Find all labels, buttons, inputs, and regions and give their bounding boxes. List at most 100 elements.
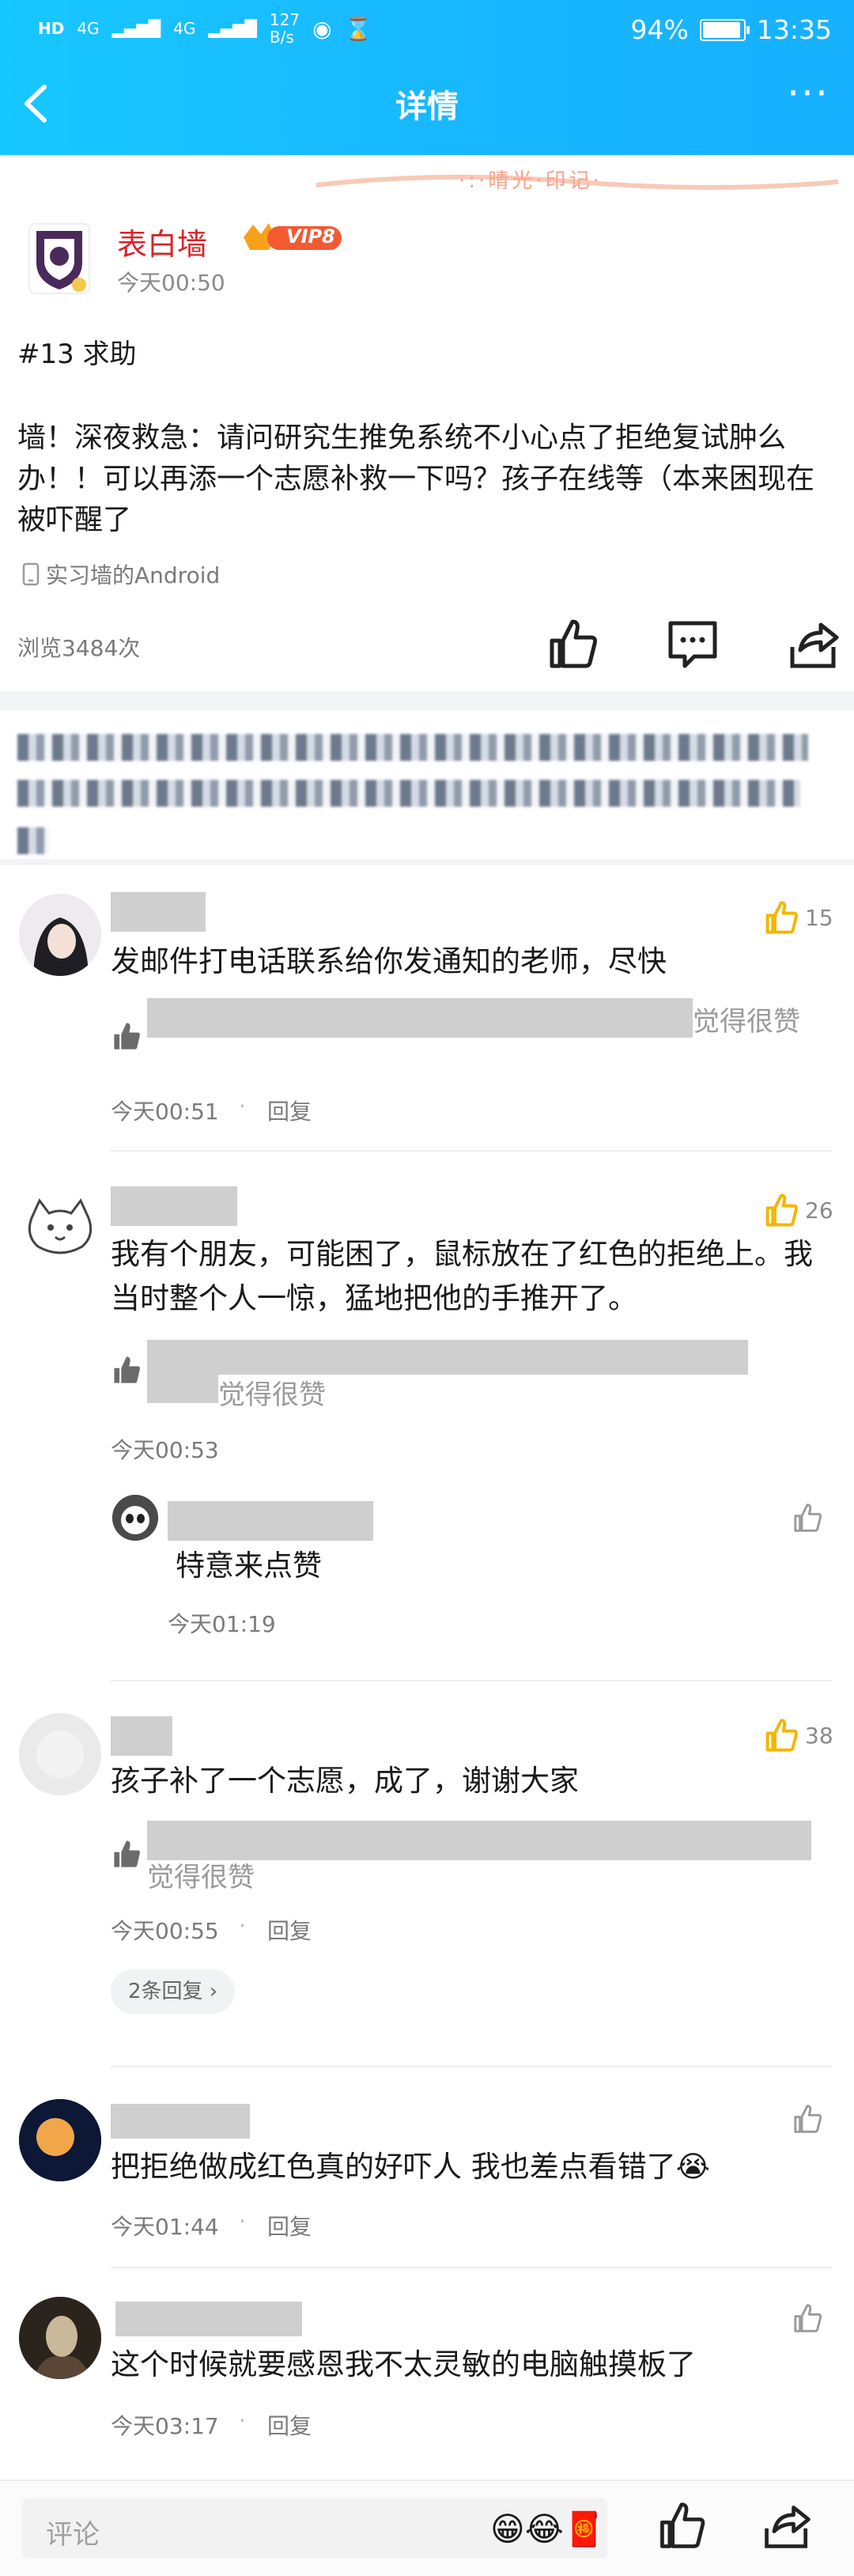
battery-percent: 94%: [630, 14, 689, 45]
thumbs-up-icon: [660, 2502, 705, 2548]
reply-button[interactable]: 回复: [267, 1914, 312, 1946]
thumbs-up-icon: [794, 2105, 822, 2133]
vip-label: VIP8: [286, 225, 335, 248]
network-1-label: 4G: [77, 19, 100, 38]
top-bar: HD 4G ▂▄▆█ 4G ▂▄▆█ 127 B/s ◉ ⌛ 94% 13:35…: [0, 0, 854, 155]
avatar-image: [19, 894, 101, 976]
thumbs-up-icon: [794, 1504, 822, 1532]
vip-badge: VIP8: [237, 218, 345, 256]
comment-button[interactable]: [664, 615, 721, 672]
post-device: 实习墙的Android: [22, 558, 220, 590]
comment-like-count: 38: [805, 1723, 833, 1749]
comment-like-button[interactable]: [791, 2302, 824, 2335]
commenter-name-redacted: [115, 2302, 302, 2336]
sub-reply-time: 今天01:19: [168, 1611, 276, 1637]
commenter-avatar[interactable]: [19, 894, 101, 976]
signal-icon: ▂▄▆█: [208, 19, 257, 38]
bottom-share-button[interactable]: [761, 2498, 814, 2552]
battery-fill: [702, 21, 740, 38]
divider: [111, 1150, 832, 1152]
cat-sketch-avatar: [19, 1186, 101, 1269]
thumbs-up-icon: [765, 1719, 798, 1752]
comment-time: 今天00:53: [111, 1437, 219, 1463]
reply-button[interactable]: 回复: [267, 1095, 312, 1126]
more-options-button[interactable]: ···: [777, 74, 840, 128]
commenter-avatar[interactable]: [19, 1186, 101, 1269]
net-speed-unit: B/s: [269, 28, 294, 47]
thumbs-up-icon: [794, 2304, 822, 2332]
author-name[interactable]: 表白墙: [117, 220, 207, 263]
decor-text: ·:·晴光·印记·: [459, 169, 603, 193]
separator-dot: ·: [239, 1912, 246, 1939]
commenter-avatar[interactable]: [19, 1713, 101, 1795]
comment-time: 今天00:51: [111, 1099, 219, 1125]
comment-time: 今天03:17: [111, 2413, 219, 2439]
comment-like-button[interactable]: [762, 898, 800, 936]
like-button[interactable]: [544, 615, 601, 672]
author-avatar[interactable]: [28, 223, 90, 294]
comment-text: 把拒绝做成红色真的好吓人 我也差点看错了😭: [111, 2150, 710, 2184]
sub-reply-like-button[interactable]: [791, 1501, 824, 1534]
view-count: 浏览3484次: [17, 635, 141, 661]
reply-button[interactable]: 回复: [267, 2409, 312, 2441]
divider: [111, 1680, 832, 1681]
comment-input[interactable]: 评论 😁😂🧧: [22, 2498, 607, 2559]
liked-users-redacted: [147, 1340, 748, 1375]
blurred-notice: [17, 734, 808, 761]
comment-time: 今天01:44: [111, 2214, 219, 2240]
signal-icon: ▂▄▆█: [111, 19, 161, 38]
sub-reply-text: 特意来点赞: [176, 1549, 322, 1583]
share-icon: [790, 622, 839, 668]
post-time: 今天00:50: [117, 270, 225, 296]
moon-avatar: [19, 2099, 101, 2181]
blurred-notice: [17, 827, 49, 854]
liked-users-redacted: [147, 1375, 218, 1403]
panda-avatar: [112, 1495, 158, 1541]
comment-like-count: 15: [805, 905, 833, 931]
comment-like-button[interactable]: [791, 2102, 824, 2135]
avatar-image: [19, 2297, 101, 2379]
thumbs-up-icon: [765, 1193, 798, 1227]
comment-text: 我有个朋友，可能困了，鼠标放在了红色的拒绝上。我当时整个人一惊，猛地把他的手推开…: [111, 1237, 813, 1315]
hd-label: HD: [38, 19, 65, 38]
liked-users-redacted: [147, 998, 693, 1038]
liked-text: 觉得很赞: [147, 1862, 255, 1893]
comment-text: 这个时候就要感恩我不太灵敏的电脑触摸板了: [111, 2347, 696, 2381]
share-icon: [765, 2505, 811, 2548]
comment-like-button[interactable]: [762, 1716, 800, 1754]
shield-logo-icon: [36, 231, 86, 292]
divider: [111, 2066, 832, 2067]
comment-placeholder: 评论: [46, 2519, 100, 2551]
reply-button[interactable]: 回复: [267, 2210, 312, 2241]
comment-icon: [668, 621, 717, 668]
commenter-avatar[interactable]: [19, 2297, 101, 2379]
divider: [111, 2267, 832, 2268]
liked-text: 觉得很赞: [693, 1006, 800, 1038]
sub-reply-name-redacted: [168, 1501, 373, 1541]
hourglass-icon: ⌛: [344, 15, 372, 42]
view-replies-button[interactable]: 2条回复 ›: [111, 1969, 236, 2014]
liked-users-redacted: [147, 1821, 811, 1860]
comment-like-button[interactable]: [762, 1191, 800, 1229]
avatar-image: [19, 1713, 101, 1795]
clock: 13:35: [756, 14, 832, 45]
phone-icon: [22, 562, 40, 586]
device-label: 实习墙的Android: [46, 562, 221, 588]
post-body: 墙！深夜救急：请问研究生推免系统不小心点了拒绝复试肿么办！！可以再添一个志愿补救…: [17, 422, 815, 536]
liked-text: 觉得很赞: [218, 1379, 326, 1411]
share-button[interactable]: [786, 615, 843, 672]
sub-reply-avatar[interactable]: [112, 1495, 158, 1541]
decor-banner: ·:·晴光·印记·: [0, 155, 854, 201]
bottom-like-button[interactable]: [655, 2498, 709, 2552]
nav-bar: 详情 ···: [0, 73, 854, 134]
globe-icon: ◉: [312, 15, 332, 42]
post-tag: #13 求助: [17, 339, 137, 370]
emoji-button[interactable]: 😁😂🧧: [490, 2510, 605, 2549]
commenter-name-redacted: [111, 1186, 237, 1226]
blurred-notice: [17, 780, 800, 807]
commenter-name-redacted: [111, 1716, 172, 1756]
liked-thumb-icon: [111, 1354, 142, 1386]
comment-text: 孩子补了一个志愿，成了，谢谢大家: [111, 1764, 579, 1798]
commenter-avatar[interactable]: [19, 2099, 101, 2181]
separator-dot: ·: [239, 1093, 246, 1119]
